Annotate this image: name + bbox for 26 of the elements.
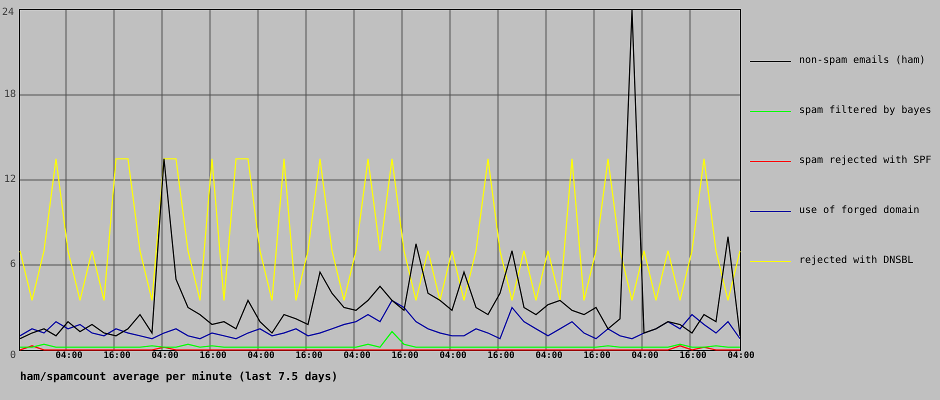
- legend-label: use of forged domain: [799, 205, 920, 217]
- x-axis-label: 16:00: [582, 351, 612, 362]
- x-axis-label: 16:00: [102, 351, 132, 362]
- y-axis-label: 0: [8, 350, 16, 362]
- legend-label: non-spam emails (ham): [799, 55, 926, 67]
- legend-label: spam filtered by bayes: [799, 105, 932, 117]
- y-axis-label: 6: [8, 259, 16, 271]
- x-axis-label: 16:00: [486, 351, 516, 362]
- x-axis-label: 04:00: [246, 351, 276, 362]
- legend-label: rejected with DNSBL: [799, 255, 914, 267]
- x-axis-label: 04:00: [150, 351, 180, 362]
- x-axis-label: 04:00: [438, 351, 468, 362]
- y-axis-label: 24: [0, 7, 14, 19]
- x-axis-label: 16:00: [294, 351, 324, 362]
- chart-title: ham/spamcount average per minute (last 7.5 days): [20, 370, 338, 384]
- x-axis-label: 16:00: [390, 351, 420, 362]
- x-axis-label: 04:00: [630, 351, 660, 362]
- x-axis-label: 04:00: [726, 351, 756, 362]
- legend-label: spam rejected with SPF: [799, 155, 932, 167]
- x-axis-label: 04:00: [342, 351, 372, 362]
- x-axis-label: 16:00: [198, 351, 228, 362]
- x-axis-label: 16:00: [678, 351, 708, 362]
- y-axis-label: 12: [2, 174, 16, 186]
- x-axis-label: 04:00: [54, 351, 84, 362]
- x-axis-label: 04:00: [534, 351, 564, 362]
- y-axis-label: 18: [2, 89, 16, 101]
